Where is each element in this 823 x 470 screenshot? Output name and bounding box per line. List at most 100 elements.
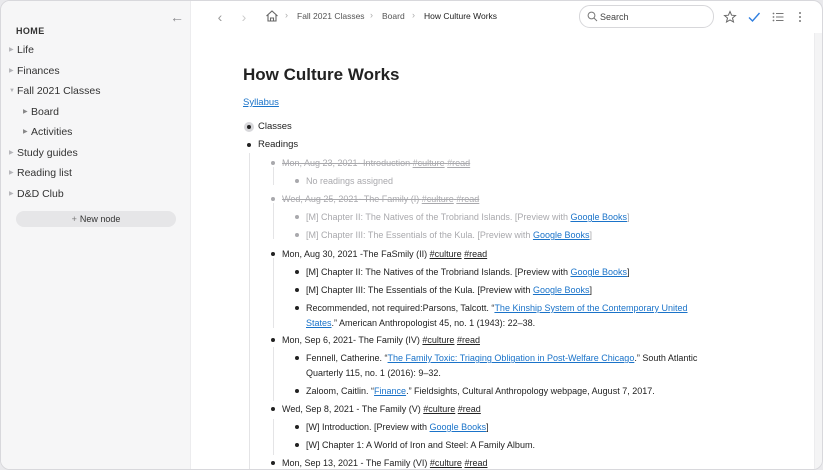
entry-text: ] <box>627 267 630 277</box>
reading-entry[interactable]: Mon, Sep 13, 2021 - The Family (VI) #cul… <box>282 457 487 469</box>
expand-triangle-icon[interactable]: ▶ <box>9 185 17 203</box>
breadcrumb-fall-2021-classes[interactable]: Fall 2021 Classes <box>297 11 365 21</box>
reading-entry[interactable]: [M] Chapter III: The Essentials of the K… <box>306 229 592 241</box>
reading-entry[interactable]: Mon, Aug 23, 2021- Introduction #culture… <box>282 157 470 169</box>
bullet-icon[interactable] <box>271 338 275 342</box>
expand-triangle-icon[interactable]: ▶ <box>9 164 17 182</box>
tag-read[interactable]: #read <box>456 194 479 204</box>
reading-entry[interactable]: Recommended, not required:Parsons, Talco… <box>306 302 688 314</box>
bullet-icon[interactable] <box>295 356 299 360</box>
reading-entry[interactable]: Wed, Sep 8, 2021 - The Family (V) #cultu… <box>282 403 481 415</box>
sidebar-item-study-guides[interactable]: ▶ Study guides <box>9 144 78 162</box>
bullet-icon[interactable] <box>295 306 299 310</box>
checkmark-icon[interactable] <box>747 10 761 24</box>
new-node-button[interactable]: + New node <box>16 211 176 227</box>
collapse-triangle-icon[interactable]: ▼ <box>9 82 17 100</box>
bullet-icon[interactable] <box>271 407 275 411</box>
reading-entry[interactable]: [M] Chapter II: The Natives of the Trobr… <box>306 211 630 223</box>
expand-triangle-icon[interactable]: ▶ <box>9 41 17 59</box>
sidebar-item-dnd-club[interactable]: ▶ D&D Club <box>9 185 64 203</box>
tag-read[interactable]: #read <box>447 158 470 168</box>
sidebar-item-label: Life <box>17 44 34 57</box>
kinship-system-link[interactable]: States <box>306 318 332 328</box>
tag-culture[interactable]: #culture <box>430 249 462 259</box>
bullet-icon[interactable] <box>271 197 275 201</box>
reading-entry[interactable]: [M] Chapter II: The Natives of the Trobr… <box>306 266 630 278</box>
sidebar-item-board[interactable]: ▶ Board <box>23 103 59 121</box>
reading-entry-continuation: Quarterly 115, no. 1 (2016): 9–32. <box>306 368 441 378</box>
forward-arrow-icon[interactable]: › <box>237 9 251 25</box>
tag-read[interactable]: #read <box>458 404 481 414</box>
tag-culture[interactable]: #culture <box>422 194 454 204</box>
bullet-icon[interactable] <box>295 270 299 274</box>
bullet-icon[interactable] <box>295 179 299 183</box>
tag-read[interactable]: #read <box>464 249 487 259</box>
reading-entry[interactable]: Zaloom, Caitlin. “Finance.” Fieldsights,… <box>306 385 655 397</box>
tag-culture[interactable]: #culture <box>413 158 445 168</box>
entry-text: Wed, Sep 8, 2021 - The Family (V) <box>282 404 424 414</box>
expand-triangle-icon[interactable]: ▶ <box>23 103 31 121</box>
reading-entry[interactable]: [W] Introduction. [Preview with Google B… <box>306 421 489 433</box>
bullet-icon[interactable] <box>295 443 299 447</box>
breadcrumb-board[interactable]: Board <box>382 11 405 21</box>
bullet-icon[interactable] <box>271 252 275 256</box>
bullet-icon[interactable] <box>295 288 299 292</box>
bullet-icon[interactable] <box>271 161 275 165</box>
home-icon[interactable] <box>265 9 279 23</box>
list-icon[interactable] <box>771 10 785 24</box>
reading-entry[interactable]: Wed, Aug 25, 2021- The Family (I) #cultu… <box>282 193 479 205</box>
reading-entry[interactable]: [W] Chapter 1: A World of Iron and Steel… <box>306 439 535 451</box>
more-icon[interactable] <box>793 10 807 24</box>
tag-read[interactable]: #read <box>464 458 487 468</box>
finance-link[interactable]: Finance <box>374 386 406 396</box>
entry-text: Fennell, Catherine. “ <box>306 353 388 363</box>
bullet-icon[interactable] <box>271 461 275 465</box>
search-input[interactable] <box>600 9 708 24</box>
reading-entry[interactable]: Mon, Sep 6, 2021- The Family (IV) #cultu… <box>282 334 480 346</box>
sidebar-item-activities[interactable]: ▶ Activities <box>23 123 72 141</box>
bullet-icon[interactable] <box>295 389 299 393</box>
collapsed-bullet-icon[interactable] <box>244 122 254 132</box>
document-area: How Culture Works Syllabus Classes Readi… <box>191 33 814 469</box>
bullet-icon[interactable] <box>247 143 251 147</box>
sidebar-item-finances[interactable]: ▶ Finances <box>9 62 60 80</box>
sidebar-item-life[interactable]: ▶ Life <box>9 41 34 59</box>
expand-triangle-icon[interactable]: ▶ <box>9 62 17 80</box>
entry-text: [M] Chapter III: The Essentials of the K… <box>306 230 533 240</box>
google-books-link[interactable]: Google Books <box>430 422 487 432</box>
bullet-icon[interactable] <box>295 425 299 429</box>
sidebar-item-reading-list[interactable]: ▶ Reading list <box>9 164 72 182</box>
expand-triangle-icon[interactable]: ▶ <box>9 144 17 162</box>
google-books-link[interactable]: Google Books <box>570 212 627 222</box>
sidebar-home-label[interactable]: HOME <box>16 26 45 36</box>
reading-entry[interactable]: Fennell, Catherine. “The Family Toxic: T… <box>306 352 697 364</box>
entry-text: .” Fieldsights, Cultural Anthropology we… <box>406 386 655 396</box>
collapse-sidebar-icon[interactable]: ← <box>169 9 185 25</box>
bullet-icon[interactable] <box>295 233 299 237</box>
classes-node[interactable]: Classes <box>258 121 292 133</box>
bullet-icon[interactable] <box>295 215 299 219</box>
sidebar-item-fall-2021-classes[interactable]: ▼ Fall 2021 Classes <box>9 82 100 100</box>
entry-text: .” South Atlantic <box>634 353 698 363</box>
entry-text: Mon, Sep 13, 2021 - The Family (VI) <box>282 458 430 468</box>
reading-entry[interactable]: Mon, Aug 30, 2021 -The FaSmily (II) #cul… <box>282 248 487 260</box>
google-books-link[interactable]: Google Books <box>533 285 590 295</box>
readings-node[interactable]: Readings <box>258 139 298 151</box>
expand-triangle-icon[interactable]: ▶ <box>23 123 31 141</box>
tag-culture[interactable]: #culture <box>430 458 462 468</box>
scrollbar[interactable] <box>814 33 822 469</box>
reading-entry[interactable]: [M] Chapter III: The Essentials of the K… <box>306 284 592 296</box>
search-box[interactable] <box>579 5 714 28</box>
tag-culture[interactable]: #culture <box>423 404 455 414</box>
google-books-link[interactable]: Google Books <box>570 267 627 277</box>
syllabus-link[interactable]: Syllabus <box>243 97 279 108</box>
reading-entry[interactable]: No readings assigned <box>306 175 393 187</box>
star-icon[interactable] <box>723 10 737 24</box>
family-toxic-link[interactable]: The Family Toxic: Triaging Obligation in… <box>388 353 635 363</box>
google-books-link[interactable]: Google Books <box>533 230 590 240</box>
tag-read[interactable]: #read <box>457 335 480 345</box>
kinship-system-link[interactable]: The Kinship System of the Contemporary U… <box>494 303 687 313</box>
tag-culture[interactable]: #culture <box>422 335 454 345</box>
back-arrow-icon[interactable]: ‹ <box>213 9 227 25</box>
entry-text: [W] Introduction. [Preview with <box>306 422 430 432</box>
